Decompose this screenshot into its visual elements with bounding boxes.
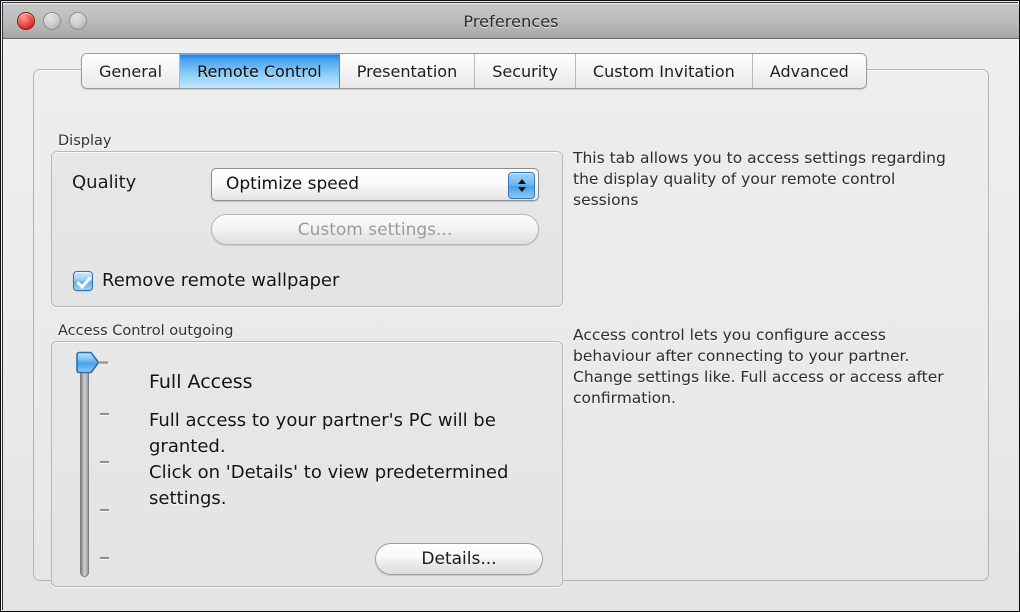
access-level-description: Full access to your partner's PC will be…	[149, 408, 539, 512]
tab-bar: General Remote Control Presentation Secu…	[81, 53, 867, 89]
display-help-text: This tab allows you to access settings r…	[573, 148, 965, 211]
custom-settings-button[interactable]: Custom settings...	[211, 214, 539, 245]
chevron-down-icon	[518, 187, 526, 192]
access-group-legend: Access Control outgoing	[58, 323, 234, 339]
tab-security[interactable]: Security	[475, 54, 576, 88]
remove-remote-wallpaper-checkbox[interactable]: Remove remote wallpaper	[73, 270, 339, 291]
window-title: Preferences	[3, 12, 1019, 31]
access-level-slider[interactable]	[71, 351, 115, 579]
slider-tick	[100, 461, 109, 463]
slider-track[interactable]	[80, 369, 89, 577]
quality-popup-value: Optimize speed	[226, 174, 359, 194]
preferences-window: Preferences General Remote Control Prese…	[0, 0, 1020, 612]
window-content: General Remote Control Presentation Secu…	[3, 39, 1019, 611]
tab-presentation[interactable]: Presentation	[340, 54, 475, 88]
slider-thumb[interactable]	[74, 351, 100, 377]
tab-general[interactable]: General	[82, 54, 180, 88]
tab-remote-control[interactable]: Remote Control	[180, 54, 340, 88]
details-button[interactable]: Details...	[375, 543, 543, 575]
chevron-up-icon	[518, 179, 526, 184]
checkmark-icon	[73, 271, 93, 291]
quality-label: Quality	[72, 172, 136, 193]
slider-tick	[100, 557, 109, 559]
stepper-arrows-icon[interactable]	[508, 172, 535, 199]
display-group-legend: Display	[58, 133, 111, 149]
slider-tick	[100, 413, 109, 415]
slider-tick	[100, 509, 109, 511]
titlebar-highlight	[3, 3, 1019, 4]
tab-custom-invitation[interactable]: Custom Invitation	[576, 54, 753, 88]
quality-popup-button[interactable]: Optimize speed	[211, 168, 539, 201]
access-help-text: Access control lets you configure access…	[573, 325, 965, 409]
access-level-title: Full Access	[149, 371, 253, 393]
tab-advanced[interactable]: Advanced	[753, 54, 866, 88]
remove-remote-wallpaper-label: Remove remote wallpaper	[102, 270, 339, 291]
title-bar[interactable]: Preferences	[3, 3, 1019, 39]
